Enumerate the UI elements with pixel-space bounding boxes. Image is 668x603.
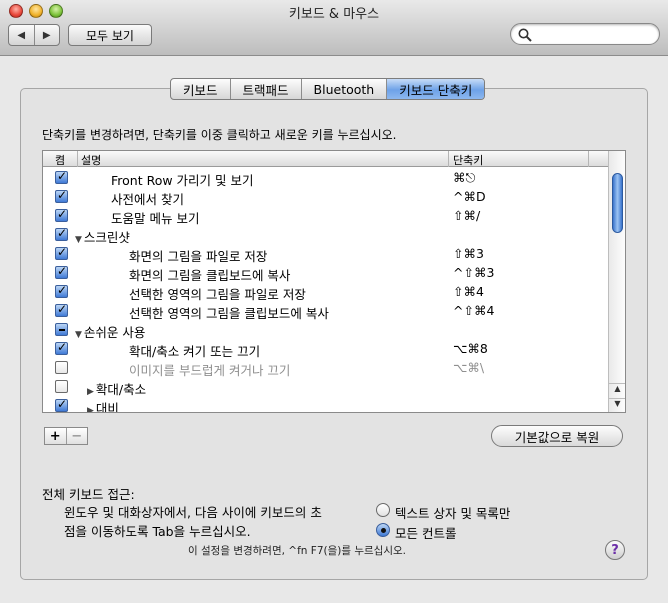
enable-checkbox[interactable]: [55, 207, 68, 222]
enable-checkbox[interactable]: [55, 245, 68, 260]
radio-all-controls[interactable]: 모든 컨트롤: [376, 522, 576, 541]
shortcut-label: 선택한 영역의 그림을 클립보드에 복사: [129, 306, 329, 321]
shortcut-label: 화면의 그림을 클립보드에 복사: [129, 268, 291, 283]
disclosure-closed-icon[interactable]: ▶: [87, 406, 94, 412]
scroll-down-arrow-icon[interactable]: ▼: [609, 398, 625, 412]
table-row[interactable]: ▼ 손쉬운 사용: [43, 320, 609, 340]
search-field[interactable]: [510, 23, 660, 45]
table-row[interactable]: 이미지를 부드럽게 켜거나 끄기 ⌥⌘\: [43, 358, 609, 378]
description-line: 점을 이동하도록 Tab을 누르십시오.: [64, 524, 251, 539]
add-button[interactable]: +: [45, 428, 66, 444]
table-row[interactable]: 도움말 메뉴 보기 ⇧⌘/: [43, 206, 609, 226]
enable-checkbox[interactable]: [55, 397, 68, 412]
enable-checkbox[interactable]: [55, 323, 68, 336]
shortcut-note: 이 설정을 변경하려면, ^fn F7(을)를 누르십시오.: [188, 545, 406, 557]
table-row[interactable]: 선택한 영역의 그림을 클립보드에 복사 ^⇧⌘4: [43, 301, 609, 321]
enable-checkbox[interactable]: [55, 361, 68, 374]
window-title: 키보드 & 마우스: [288, 7, 380, 22]
enable-checkbox[interactable]: [55, 380, 68, 393]
column-header-on[interactable]: 켬: [55, 152, 65, 168]
shortcut-label: 도움말 메뉴 보기: [111, 211, 200, 226]
description-line: 윈도우 및 대화상자에서, 다음 사이에 키보드의 초: [64, 505, 322, 520]
table-header: 켬 설명 단축키: [43, 151, 609, 167]
table-row[interactable]: Front Row 가리기 및 보기 ⌘⎋: [43, 168, 609, 188]
tab-trackpad[interactable]: 트랙패드: [229, 79, 301, 99]
shortcut-key[interactable]: ^⇧⌘3: [453, 265, 494, 280]
enable-checkbox[interactable]: [55, 169, 68, 184]
enable-checkbox[interactable]: [55, 226, 68, 241]
magnifier-icon: [518, 28, 532, 42]
enable-checkbox[interactable]: [55, 283, 68, 298]
shortcut-key[interactable]: ⌘⎋: [453, 170, 475, 186]
tab-bar: 키보드 트랙패드 Bluetooth 키보드 단축키: [170, 78, 486, 100]
table-row[interactable]: ▶ 확대/축소: [43, 377, 609, 397]
shortcut-key[interactable]: ⇧⌘4: [453, 284, 484, 299]
shortcut-key[interactable]: ^⇧⌘4: [453, 303, 494, 318]
table-row[interactable]: 사전에서 찾기 ^⌘D: [43, 187, 609, 207]
table-row[interactable]: 화면의 그림을 파일로 저장 ⇧⌘3: [43, 244, 609, 264]
radio-label: 텍스트 상자 및 목록만: [395, 506, 511, 521]
enable-checkbox[interactable]: [55, 264, 68, 279]
help-button[interactable]: ?: [605, 540, 625, 560]
shortcut-label: 손쉬운 사용: [83, 325, 146, 340]
enable-checkbox[interactable]: [55, 340, 68, 355]
shortcut-key[interactable]: ⌥⌘\: [453, 360, 484, 375]
shortcut-label: 화면의 그림을 파일로 저장: [129, 249, 268, 264]
scroll-up-arrow-icon[interactable]: ▲: [609, 383, 625, 397]
back-forward-control: ◀ ▶: [8, 24, 60, 46]
vertical-scrollbar[interactable]: ▲ ▼: [608, 151, 625, 412]
shortcuts-table: 켬 설명 단축키 Front Row 가리기 및 보기 ⌘⎋ 사전에서 찾기 ^⌘D 도…: [42, 150, 626, 413]
full-keyboard-access-description: 윈도우 및 대화상자에서, 다음 사이에 키보드의 초 점을 이동하도록 Tab…: [64, 503, 364, 541]
forward-arrow-icon[interactable]: ▶: [33, 25, 60, 45]
shortcut-description: ▶ 대비: [87, 398, 119, 413]
back-arrow-icon[interactable]: ◀: [9, 25, 34, 45]
table-row[interactable]: 선택한 영역의 그림을 파일로 저장 ⇧⌘4: [43, 282, 609, 302]
shortcut-key[interactable]: ⌥⌘8: [453, 341, 488, 356]
search-input[interactable]: [533, 26, 653, 42]
instructions-text: 단축키를 변경하려면, 단축키를 이중 클릭하고 새로운 키를 누르십시오.: [42, 128, 397, 142]
preferences-window: 키보드 & 마우스 ◀ ▶ 모두 보기 키보드 트랙패드 Bluetooth 키…: [0, 0, 668, 603]
tab-keyboard-shortcuts[interactable]: 키보드 단축키: [386, 79, 485, 99]
radio-circle[interactable]: [376, 503, 390, 517]
radio-circle[interactable]: [376, 523, 390, 537]
shortcut-key[interactable]: ⇧⌘3: [453, 246, 484, 261]
table-row[interactable]: 확대/축소 켜기 또는 끄기 ⌥⌘8: [43, 339, 609, 359]
shortcut-label: 사전에서 찾기: [111, 192, 184, 207]
table-row[interactable]: 화면의 그림을 클립보드에 복사 ^⇧⌘3: [43, 263, 609, 283]
tab-keyboard[interactable]: 키보드: [171, 79, 230, 99]
column-header-description[interactable]: 설명: [81, 152, 101, 168]
show-all-button[interactable]: 모두 보기: [68, 24, 152, 46]
shortcut-key[interactable]: ^⌘D: [453, 189, 486, 204]
table-row[interactable]: ▼스크린샷: [43, 225, 609, 245]
column-divider: [77, 151, 78, 167]
shortcut-label: Front Row 가리기 및 보기: [111, 173, 254, 188]
enable-checkbox[interactable]: [55, 188, 68, 203]
enable-checkbox[interactable]: [55, 302, 68, 317]
shortcut-label: 확대/축소: [95, 382, 147, 397]
radio-text-boxes-and-lists[interactable]: 텍스트 상자 및 목록만: [376, 502, 576, 521]
shortcut-key[interactable]: ⇧⌘/: [453, 208, 480, 223]
titlebar: 키보드 & 마우스 ◀ ▶ 모두 보기: [0, 0, 668, 56]
radio-label: 모든 컨트롤: [395, 526, 457, 541]
shortcut-label: 확대/축소 켜기 또는 끄기: [129, 344, 261, 359]
add-remove-control: + −: [44, 427, 88, 445]
shortcut-label: 이미지를 부드럽게 켜거나 끄기: [129, 363, 291, 378]
table-rows: Front Row 가리기 및 보기 ⌘⎋ 사전에서 찾기 ^⌘D 도움말 메뉴 보기 ⇧…: [43, 168, 609, 413]
remove-button[interactable]: −: [65, 428, 88, 444]
column-divider: [588, 151, 589, 167]
shortcut-label: 선택한 영역의 그림을 파일로 저장: [129, 287, 306, 302]
full-keyboard-access-title: 전체 키보드 접근:: [42, 487, 135, 502]
column-divider: [448, 151, 449, 167]
shortcut-label: 대비: [95, 401, 119, 413]
column-header-shortcut[interactable]: 단축키: [453, 152, 483, 168]
table-row[interactable]: ▶대비: [43, 396, 609, 413]
tab-bluetooth[interactable]: Bluetooth: [300, 79, 387, 99]
restore-defaults-button[interactable]: 기본값으로 복원: [491, 425, 623, 447]
scrollbar-thumb[interactable]: [612, 173, 623, 233]
shortcut-label: 스크린샷: [83, 230, 130, 245]
